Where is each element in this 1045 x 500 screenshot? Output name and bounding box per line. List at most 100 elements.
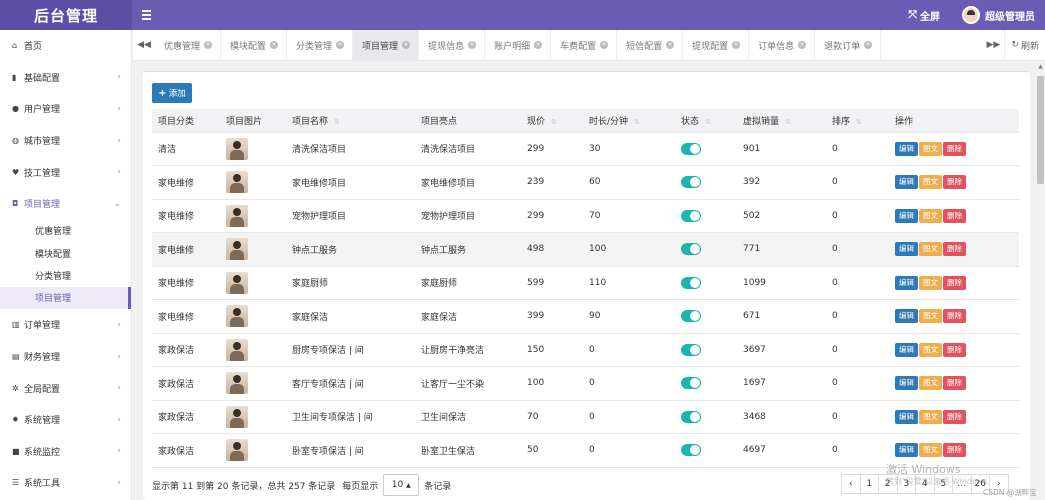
richtext-button[interactable]: 图文 — [919, 242, 942, 257]
brand-title[interactable]: 后台管理 — [0, 0, 132, 30]
tab-close-icon[interactable]: × — [468, 41, 477, 49]
richtext-button[interactable]: 图文 — [919, 175, 942, 190]
project-image[interactable] — [226, 305, 248, 328]
project-image[interactable] — [226, 171, 248, 194]
delete-button[interactable]: 删除 — [943, 242, 966, 257]
tab-item[interactable]: 订单信息 × — [749, 29, 816, 61]
page-button[interactable]: ‹ — [841, 474, 861, 494]
scrollbar-thumb[interactable] — [1037, 76, 1044, 184]
tabs-scroll-left-icon[interactable]: ◀◀ — [133, 30, 155, 61]
delete-button[interactable]: 删除 — [943, 409, 966, 424]
edit-button[interactable]: 编辑 — [895, 242, 918, 257]
user-menu[interactable]: 超级管理员 — [962, 6, 1035, 24]
tab-item[interactable]: 项目管理 × — [353, 29, 420, 61]
delete-button[interactable]: 删除 — [943, 141, 966, 156]
sidebar-subitem[interactable]: 分类管理 — [0, 264, 131, 286]
status-toggle[interactable] — [681, 310, 701, 323]
richtext-button[interactable]: 图文 — [919, 342, 942, 357]
column-header[interactable]: 时长/分钟 ⇅ — [583, 109, 675, 133]
edit-button[interactable]: 编辑 — [895, 342, 918, 357]
refresh-button[interactable]: ↻ 刷新 — [1004, 29, 1045, 61]
add-button[interactable]: + 添加 — [152, 83, 192, 103]
tab-close-icon[interactable]: × — [600, 41, 609, 49]
edit-button[interactable]: 编辑 — [895, 175, 918, 190]
delete-button[interactable]: 删除 — [943, 443, 966, 458]
tab-item[interactable]: 短信配置 × — [617, 29, 684, 61]
richtext-button[interactable]: 图文 — [919, 376, 942, 391]
page-scrollbar[interactable]: ▲ — [1036, 62, 1045, 500]
page-button[interactable]: 1 — [859, 474, 879, 494]
project-image[interactable] — [226, 372, 248, 395]
tab-close-icon[interactable]: × — [666, 41, 675, 49]
delete-button[interactable]: 删除 — [943, 342, 966, 357]
status-toggle[interactable] — [681, 444, 701, 457]
menu-toggle-icon[interactable] — [132, 0, 160, 30]
sidebar-item[interactable]: ◍ 城市管理 ‹ — [0, 125, 131, 157]
tab-close-icon[interactable]: × — [204, 41, 213, 49]
tab-item[interactable]: 优惠管理 × — [155, 29, 222, 61]
sidebar-item[interactable]: ▤ 财务管理 ‹ — [0, 341, 131, 373]
project-image[interactable] — [226, 405, 248, 428]
tab-close-icon[interactable]: × — [402, 41, 411, 49]
richtext-button[interactable]: 图文 — [919, 309, 942, 324]
edit-button[interactable]: 编辑 — [895, 141, 918, 156]
tab-close-icon[interactable]: × — [864, 41, 873, 49]
sidebar-item[interactable]: ☰ 系统工具 ‹ — [0, 467, 131, 499]
sidebar-item[interactable]: ✹ 系统管理 ‹ — [0, 404, 131, 436]
project-image[interactable] — [226, 204, 248, 227]
status-toggle[interactable] — [681, 176, 701, 189]
status-toggle[interactable] — [681, 377, 701, 390]
richtext-button[interactable]: 图文 — [919, 409, 942, 424]
column-header[interactable]: 状态 ⇅ — [675, 109, 737, 133]
sidebar-subitem[interactable]: 项目管理 — [0, 286, 131, 310]
delete-button[interactable]: 删除 — [943, 275, 966, 290]
edit-button[interactable]: 编辑 — [895, 409, 918, 424]
sidebar-item[interactable]: ▮ 基础配置 ‹ — [0, 62, 131, 94]
status-toggle[interactable] — [681, 209, 701, 222]
edit-button[interactable]: 编辑 — [895, 309, 918, 324]
tab-close-icon[interactable]: × — [534, 41, 543, 49]
sidebar-item[interactable]: ◘ 项目管理 ⌄ — [0, 188, 131, 220]
project-image[interactable] — [226, 439, 248, 462]
sidebar-item[interactable]: ▥ 订单管理 ‹ — [0, 309, 131, 341]
edit-button[interactable]: 编辑 — [895, 443, 918, 458]
sidebar-item[interactable]: ♥ 技工管理 ‹ — [0, 156, 131, 188]
tab-close-icon[interactable]: × — [336, 41, 345, 49]
scroll-up-icon[interactable]: ▲ — [1036, 62, 1045, 72]
sidebar-subitem[interactable]: 模块配置 — [0, 242, 131, 264]
project-image[interactable] — [226, 238, 248, 261]
column-header[interactable]: 项目名称 ⇅ — [286, 109, 415, 133]
tab-item[interactable]: 提现信息 × — [419, 29, 486, 61]
fullscreen-button[interactable]: ⤧ 全屏 — [908, 8, 940, 23]
tab-item[interactable]: 提现配置 × — [683, 29, 750, 61]
tab-item[interactable]: 退款订单 × — [815, 29, 882, 61]
page-size-select[interactable]: 10 ▲ — [383, 474, 420, 496]
sidebar-item[interactable]: ⌂ 首页 — [0, 30, 131, 62]
edit-button[interactable]: 编辑 — [895, 208, 918, 223]
tab-item[interactable]: 分类管理 × — [287, 29, 354, 61]
tab-item[interactable]: 模块配置 × — [221, 29, 288, 61]
column-header[interactable]: 排序 ⇅ — [826, 109, 889, 133]
delete-button[interactable]: 删除 — [943, 309, 966, 324]
column-header[interactable]: 虚拟销量 ⇅ — [737, 109, 826, 133]
tab-close-icon[interactable]: × — [270, 41, 279, 49]
column-header[interactable]: 现价 ⇅ — [521, 109, 583, 133]
delete-button[interactable]: 删除 — [943, 376, 966, 391]
sidebar-item[interactable]: ✲ 全局配置 ‹ — [0, 372, 131, 404]
richtext-button[interactable]: 图文 — [919, 275, 942, 290]
project-image[interactable] — [226, 271, 248, 294]
tab-item[interactable]: 车费配置 × — [551, 29, 618, 61]
status-toggle[interactable] — [681, 410, 701, 423]
richtext-button[interactable]: 图文 — [919, 208, 942, 223]
status-toggle[interactable] — [681, 276, 701, 289]
tabs-scroll-right-icon[interactable]: ▶▶ — [982, 30, 1004, 61]
edit-button[interactable]: 编辑 — [895, 376, 918, 391]
sidebar-item[interactable]: ● 用户管理 ‹ — [0, 93, 131, 125]
status-toggle[interactable] — [681, 243, 701, 256]
tab-close-icon[interactable]: × — [798, 41, 807, 49]
sidebar-item[interactable]: ■ 系统监控 ‹ — [0, 436, 131, 468]
sidebar-subitem[interactable]: 优惠管理 — [0, 220, 131, 242]
status-toggle[interactable] — [681, 142, 701, 155]
project-image[interactable] — [226, 137, 248, 160]
tab-close-icon[interactable]: × — [732, 41, 741, 49]
